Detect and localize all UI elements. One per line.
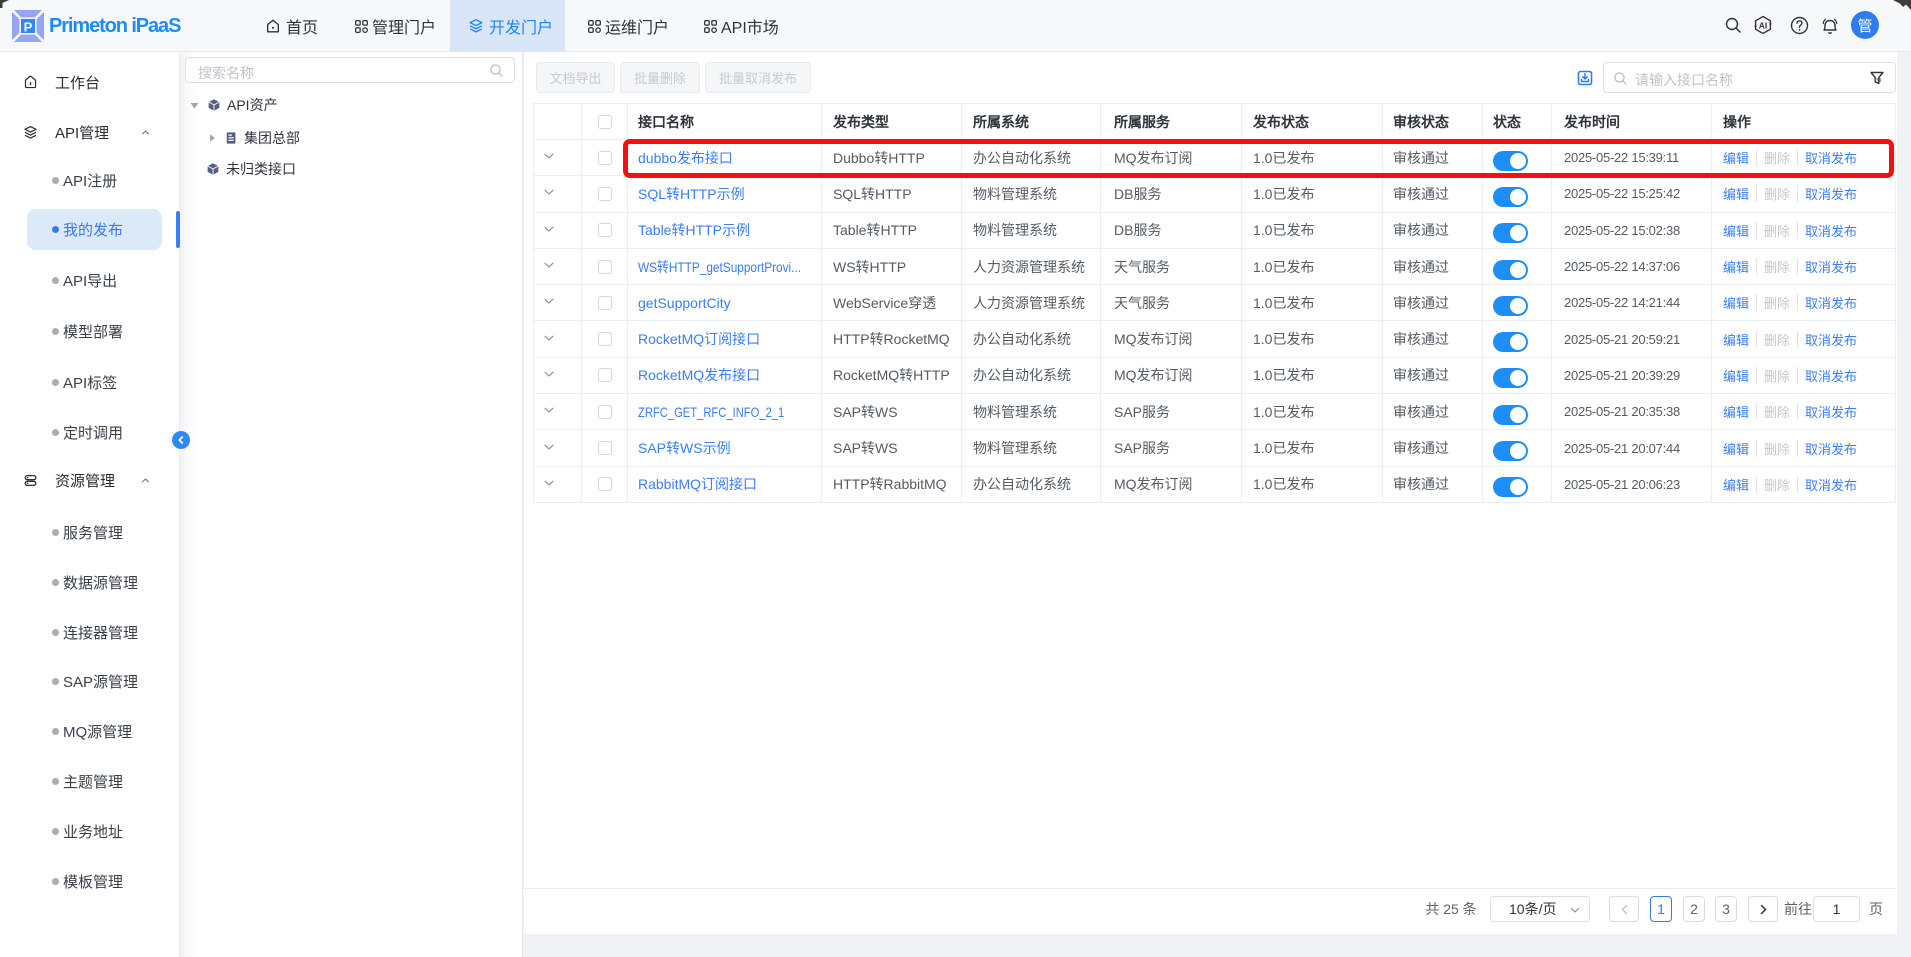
svg-text:P: P xyxy=(24,20,33,35)
svg-text:AI: AI xyxy=(1759,21,1768,31)
